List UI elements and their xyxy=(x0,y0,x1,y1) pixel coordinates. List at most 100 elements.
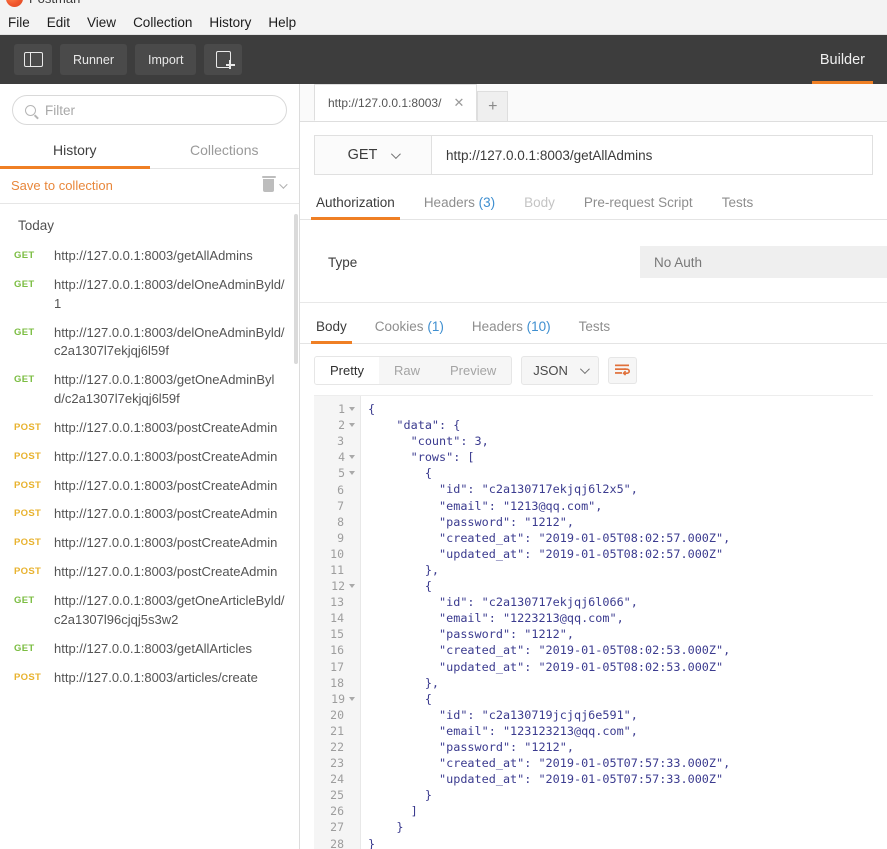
menu-item-help[interactable]: Help xyxy=(268,15,296,30)
tab-pre-request-script[interactable]: Pre-request Script xyxy=(582,189,695,219)
clear-history-button[interactable] xyxy=(261,175,288,192)
url-input[interactable]: http://127.0.0.1:8003/getAllAdmins xyxy=(432,135,873,175)
fold-arrow-icon[interactable] xyxy=(349,471,355,476)
response-language-value: JSON xyxy=(533,363,568,378)
code-line-number: 27 xyxy=(330,820,344,835)
menu-item-file[interactable]: File xyxy=(8,15,30,30)
history-item[interactable]: GET http://127.0.0.1:8003/getAllAdmins xyxy=(0,242,299,271)
runner-button[interactable]: Runner xyxy=(60,44,127,75)
sidebar-tabs: History Collections xyxy=(0,133,299,169)
response-tab-cookies-count: (1) xyxy=(427,319,444,334)
sidebar-tab-history[interactable]: History xyxy=(0,133,150,169)
code-line-number: 9 xyxy=(337,530,344,545)
history-item[interactable]: POST http://127.0.0.1:8003/postCreateAdmi… xyxy=(0,500,299,529)
sidebar-toggle-icon xyxy=(23,52,43,67)
format-segmented-control: Pretty Raw Preview xyxy=(314,356,513,385)
code-line-number: 14 xyxy=(330,611,344,626)
code-line-number: 22 xyxy=(330,740,344,755)
fold-arrow-icon[interactable] xyxy=(349,584,355,589)
code-line-number: 8 xyxy=(337,514,344,529)
response-tab-body[interactable]: Body xyxy=(311,313,352,344)
tab-body: Body xyxy=(522,189,557,219)
history-item[interactable]: POST http://127.0.0.1:8003/postCreateAdmi… xyxy=(0,414,299,443)
sidebar-toggle-button[interactable] xyxy=(14,44,52,75)
main-area: History Collections Save to collection T… xyxy=(0,84,887,849)
history-item[interactable]: POST http://127.0.0.1:8003/postCreateAdmi… xyxy=(0,529,299,558)
code-content[interactable]: { "data": { "count": 3, "rows": [ { "id"… xyxy=(361,396,873,849)
code-line-number: 17 xyxy=(330,659,344,674)
history-item-url: http://127.0.0.1:8003/articles/create xyxy=(54,669,258,685)
history-item[interactable]: GET http://127.0.0.1:8003/getOneArticleBy… xyxy=(0,587,299,635)
http-method-select[interactable]: GET xyxy=(314,135,432,175)
history-item-url: http://127.0.0.1:8003/getOneAdminByld/c2… xyxy=(54,372,275,407)
code-line: "password": "1212", xyxy=(368,739,574,754)
code-line-number: 7 xyxy=(337,498,344,513)
sidebar-scrollbar[interactable] xyxy=(294,214,298,364)
request-tab[interactable]: http://127.0.0.1:8003/ ✕ xyxy=(314,84,478,121)
fold-arrow-icon[interactable] xyxy=(349,696,355,701)
response-language-select[interactable]: JSON xyxy=(521,356,599,385)
code-line-number: 19 xyxy=(314,691,360,707)
code-line: "created_at": "2019-01-05T07:57:33.000Z"… xyxy=(368,756,731,771)
filter-box[interactable] xyxy=(12,95,287,125)
menu-item-history[interactable]: History xyxy=(209,15,251,30)
fold-arrow-icon[interactable] xyxy=(349,455,355,460)
word-wrap-button[interactable] xyxy=(607,357,637,384)
history-item[interactable]: GET http://127.0.0.1:8003/getOneAdminByld… xyxy=(0,366,299,414)
sidebar-tab-collections[interactable]: Collections xyxy=(150,133,300,168)
code-line: "data": { xyxy=(368,418,461,433)
builder-tab[interactable]: Builder xyxy=(811,35,874,84)
menu-item-edit[interactable]: Edit xyxy=(47,15,70,30)
code-line-number: 10 xyxy=(330,546,344,561)
code-line: "rows": [ xyxy=(368,450,475,465)
close-icon[interactable]: ✕ xyxy=(451,94,466,111)
response-tab-headers[interactable]: Headers (10) xyxy=(470,313,553,343)
code-line-number: 28 xyxy=(330,836,344,849)
word-wrap-icon xyxy=(614,364,630,376)
format-raw-button[interactable]: Raw xyxy=(379,357,435,384)
app-title: Postman xyxy=(29,0,80,6)
response-body-viewer[interactable]: 1 2 3 4 5 6 7 8 9 10 11 12 13 14 15 16 17 18 19 20 21 22 23 24 2… xyxy=(314,395,873,849)
history-list[interactable]: Today GET http://127.0.0.1:8003/getAllAdm… xyxy=(0,204,299,849)
title-bar: Postman xyxy=(0,0,887,10)
save-to-collection-link[interactable]: Save to collection xyxy=(11,178,113,193)
response-tab-cookies[interactable]: Cookies (1) xyxy=(373,313,446,343)
import-button[interactable]: Import xyxy=(135,44,197,75)
history-item[interactable]: GET http://127.0.0.1:8003/delOneAdminByld… xyxy=(0,319,299,367)
response-tab-tests[interactable]: Tests xyxy=(577,313,613,343)
menu-item-collection[interactable]: Collection xyxy=(133,15,192,30)
add-request-tab-button[interactable]: + xyxy=(477,91,509,121)
trash-icon xyxy=(261,175,276,192)
history-item[interactable]: POST http://127.0.0.1:8003/postCreateAdmi… xyxy=(0,558,299,587)
code-line-number: 3 xyxy=(337,434,344,449)
history-item[interactable]: GET http://127.0.0.1:8003/getAllArticles xyxy=(0,635,299,664)
history-item[interactable]: POST http://127.0.0.1:8003/postCreateAdmi… xyxy=(0,472,299,501)
code-gutter: 1 2 3 4 5 6 7 8 9 10 11 12 13 14 15 16 17 18 19 20 21 22 23 24 2… xyxy=(314,396,361,849)
fold-arrow-icon[interactable] xyxy=(349,407,355,412)
history-item[interactable]: POST http://127.0.0.1:8003/articles/creat… xyxy=(0,664,299,693)
history-item-method: POST xyxy=(14,508,42,520)
response-format-toolbar: Pretty Raw Preview JSON xyxy=(300,344,887,395)
auth-type-select[interactable]: No Auth xyxy=(640,246,887,278)
menu-item-view[interactable]: View xyxy=(87,15,116,30)
tab-headers[interactable]: Headers (3) xyxy=(422,189,497,219)
code-line: "id": "c2a130719jcjqj6e591", xyxy=(368,707,638,722)
new-window-button[interactable] xyxy=(204,44,243,75)
history-item[interactable]: GET http://127.0.0.1:8003/delOneAdminByld… xyxy=(0,271,299,319)
search-icon xyxy=(25,104,36,116)
history-item[interactable]: POST http://127.0.0.1:8003/postCreateAdmi… xyxy=(0,443,299,472)
tab-authorization[interactable]: Authorization xyxy=(311,189,400,220)
fold-arrow-icon[interactable] xyxy=(349,423,355,428)
search-input[interactable] xyxy=(45,102,274,118)
history-item-method: POST xyxy=(14,450,42,462)
code-line-number: 16 xyxy=(330,643,344,658)
code-line-number: 13 xyxy=(330,595,344,610)
format-preview-button[interactable]: Preview xyxy=(435,357,511,384)
code-line: { xyxy=(368,466,432,481)
response-tab-body-label: Body xyxy=(316,319,347,334)
history-day-label: Today xyxy=(18,218,55,233)
code-line-number: 24 xyxy=(330,772,344,787)
format-pretty-button[interactable]: Pretty xyxy=(315,357,379,384)
tab-tests[interactable]: Tests xyxy=(720,189,756,219)
code-line: "email": "1213@qq.com", xyxy=(368,498,603,513)
